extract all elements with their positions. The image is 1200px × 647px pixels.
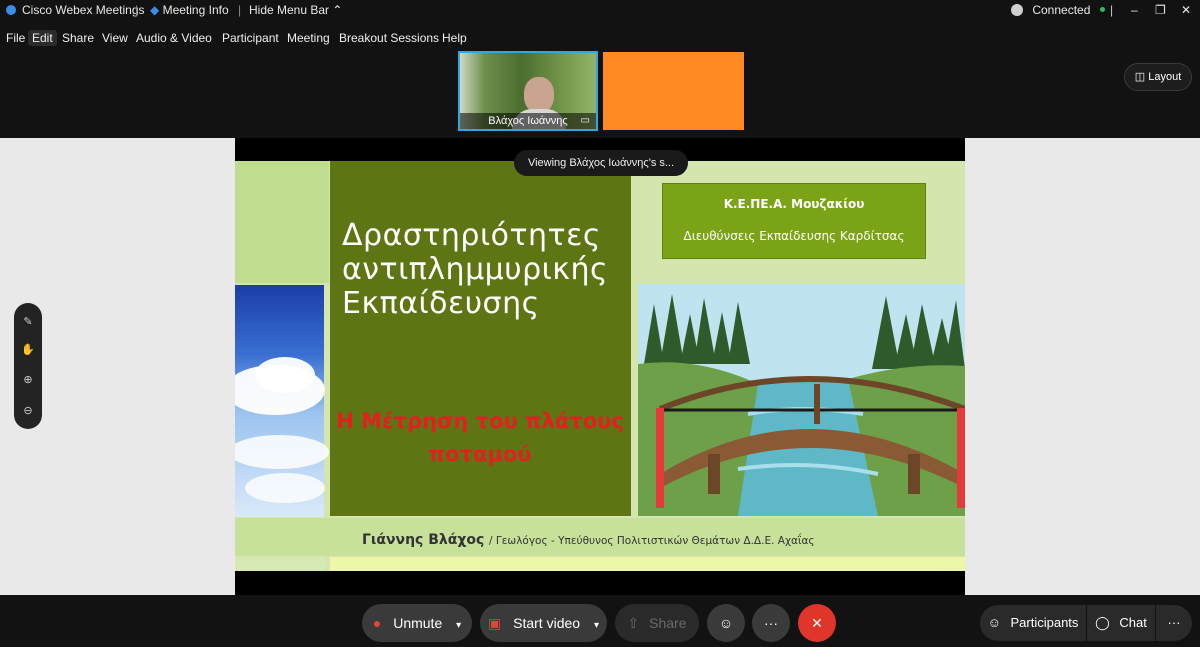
menu-audio-video[interactable]: Audio & Video xyxy=(132,30,216,46)
participants-button[interactable]: ☺ Participants xyxy=(980,605,1086,641)
meeting-controls-bar: ● Unmute ▾ ▣ Start video ▾ ⇧ Share ☺ ···… xyxy=(0,595,1200,647)
layout-icon: ◫ xyxy=(1134,71,1146,83)
video-off-icon: ▣ xyxy=(488,615,502,631)
cloud xyxy=(245,473,325,503)
zoom-in-icon[interactable]: ⊕ xyxy=(14,369,42,391)
slide-author-name: Γιάννης Βλάχος xyxy=(362,532,485,548)
unmute-label: Unmute xyxy=(393,615,443,631)
chat-button[interactable]: ◯ Chat xyxy=(1087,605,1155,641)
more-options-button[interactable]: ··· xyxy=(752,604,790,642)
participant-head xyxy=(524,77,554,113)
organization-box: Κ.Ε.ΠΕ.Α. Μουζακίου Διευθύνσεις Εκπαίδευ… xyxy=(662,183,926,259)
menu-file[interactable]: File xyxy=(2,30,29,46)
chevron-up-icon: ⌃ xyxy=(332,3,343,17)
title-separator: | xyxy=(1110,3,1114,17)
slide-author-role: / Γεωλόγος - Υπεύθυνος Πολιτιστικών Θεμά… xyxy=(489,535,815,547)
restore-icon[interactable]: ❐ xyxy=(1155,3,1166,17)
layout-button[interactable]: ◫ Layout xyxy=(1124,63,1192,91)
start-video-button[interactable]: ▣ Start video ▾ xyxy=(480,604,607,642)
connected-dot-icon xyxy=(1099,7,1105,12)
app-title: Cisco Webex Meetings xyxy=(22,3,145,17)
layout-label: Layout xyxy=(1148,71,1182,83)
webex-logo-icon xyxy=(6,3,20,17)
participant-video-thumbnail[interactable]: Βλάχος Ιωάννης ▭ xyxy=(458,51,598,131)
slide-title-line: Εκπαίδευσης xyxy=(342,286,540,321)
reactions-button[interactable]: ☺ xyxy=(707,604,745,642)
start-video-label: Start video xyxy=(513,615,581,631)
muted-microphone-icon: ● xyxy=(372,615,382,631)
remote-control-icon[interactable]: ✋ xyxy=(14,339,42,361)
slide-subtitle-line: ποταμού xyxy=(428,442,532,466)
title-bar: Cisco Webex Meetings | ◆ Meeting Info | … xyxy=(0,0,1200,22)
meeting-info-label: Meeting Info xyxy=(162,3,229,17)
connected-label: Connected xyxy=(1032,3,1091,17)
menu-help[interactable]: Help xyxy=(438,30,471,46)
slide-footer-strip xyxy=(235,557,325,571)
title-separator: | xyxy=(238,3,242,17)
close-icon[interactable]: ✕ xyxy=(1181,3,1191,17)
hide-menu-bar-button[interactable]: Hide Menu Bar ⌃ xyxy=(249,3,342,17)
share-icon: ⇧ xyxy=(627,615,640,631)
participant-avatar-tile[interactable] xyxy=(603,52,744,130)
slide-subtitle-line: Η Μέτρηση του πλάτους xyxy=(336,409,624,433)
viewing-banner[interactable]: Viewing Βλάχος Ιωάννης's s... xyxy=(514,150,688,176)
menu-meeting[interactable]: Meeting xyxy=(283,30,334,46)
participants-label: Participants xyxy=(1010,615,1079,630)
zoom-toolbar: ✎ ✋ ⊕ ⊖ xyxy=(14,303,42,429)
bridge-illustration xyxy=(638,284,965,516)
unmute-button[interactable]: ● Unmute ▾ xyxy=(362,604,472,642)
share-button[interactable]: ⇧ Share xyxy=(615,604,699,642)
slide-title-panel: Δραστηριότητες αντιπλημμυρικής Εκπαίδευσ… xyxy=(330,161,631,516)
slide-title-line: αντιπλημμυρικής xyxy=(342,252,609,287)
participant-name: Βλάχος Ιωάννης xyxy=(488,115,568,127)
slide-left-band xyxy=(235,161,329,283)
organization-name: Κ.Ε.ΠΕ.Α. Μουζακίου xyxy=(723,197,865,211)
cloud xyxy=(235,435,329,469)
slide-title: Δραστηριότητες αντιπλημμυρικής Εκπαίδευσ… xyxy=(342,219,627,321)
chat-bubble-icon: ◯ xyxy=(1095,615,1110,630)
smiley-icon: ☺ xyxy=(718,615,734,631)
menu-view[interactable]: View xyxy=(98,30,132,46)
slide-footer-strip xyxy=(330,557,965,571)
panel-overflow-button[interactable]: ··· xyxy=(1156,605,1192,641)
sky-image xyxy=(235,285,329,517)
more-icon: ··· xyxy=(1167,615,1181,630)
share-label: Share xyxy=(649,615,687,631)
chevron-down-icon: ▾ xyxy=(456,620,462,631)
slide-title-line: Δραστηριότητες xyxy=(342,218,601,253)
meeting-info-button[interactable]: ◆ Meeting Info xyxy=(150,3,229,17)
organization-subtitle: Διευθύνσεις Εκπαίδευσης Καρδίτσας xyxy=(683,229,905,243)
chat-label: Chat xyxy=(1119,615,1147,630)
more-icon: ··· xyxy=(764,615,778,631)
leave-meeting-button[interactable]: ✕ xyxy=(798,604,836,642)
hide-menu-bar-label: Hide Menu Bar xyxy=(249,3,330,17)
chevron-down-icon: ▾ xyxy=(593,620,599,631)
menu-breakout-sessions[interactable]: Breakout Sessions xyxy=(335,30,443,46)
slide-subtitle: Η Μέτρηση του πλάτους ποταμού xyxy=(330,405,630,471)
minimize-icon[interactable]: – xyxy=(1131,3,1138,17)
close-icon: ✕ xyxy=(811,615,823,631)
person-icon: ☺ xyxy=(987,615,1001,630)
connection-status[interactable]: Connected xyxy=(1011,3,1105,17)
network-icon xyxy=(1011,4,1023,16)
annotate-icon[interactable]: ✎ xyxy=(14,311,42,333)
share-indicator-icon: ▭ xyxy=(580,115,590,126)
shared-slide: Δραστηριότητες αντιπλημμυρικής Εκπαίδευσ… xyxy=(235,161,965,571)
menu-edit[interactable]: Edit xyxy=(28,30,57,46)
zoom-out-icon[interactable]: ⊖ xyxy=(14,400,42,422)
menu-participant[interactable]: Participant xyxy=(218,30,283,46)
shield-icon: ◆ xyxy=(150,3,160,17)
participant-name-label: Βλάχος Ιωάννης ▭ xyxy=(460,113,596,129)
title-separator: | xyxy=(135,3,139,17)
bridge-scene-svg xyxy=(638,284,965,516)
cloud xyxy=(255,357,315,393)
menu-share[interactable]: Share xyxy=(58,30,98,46)
